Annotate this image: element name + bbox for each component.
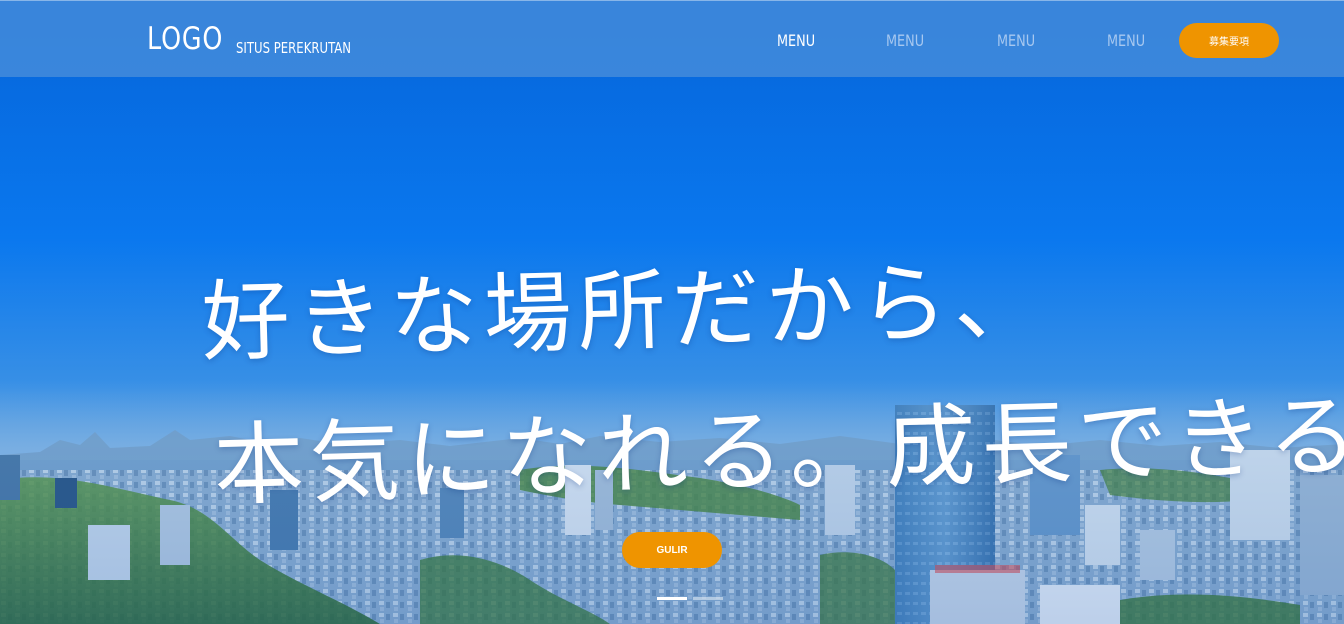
nav-menu-item-3[interactable]: MENU — [997, 31, 1035, 50]
slider-indicators — [657, 597, 723, 600]
slide-indicator-2[interactable] — [693, 597, 723, 600]
slide-indicator-1[interactable] — [657, 597, 687, 600]
logo[interactable]: LOGO — [147, 21, 223, 57]
recruitment-info-button[interactable]: 募集要項 — [1179, 23, 1279, 58]
site-header: LOGO SITUS PEREKRUTAN MENU MENU MENU MEN… — [0, 0, 1344, 77]
nav-menu-item-2[interactable]: MENU — [886, 31, 924, 50]
site-name: SITUS PEREKRUTAN — [236, 39, 352, 57]
scroll-button[interactable]: GULIR — [622, 532, 722, 568]
hero-headline-line-1: 好きな場所だから、 — [200, 248, 1049, 374]
nav-menu-item-1[interactable]: MENU — [777, 31, 815, 50]
nav-menu-item-4[interactable]: MENU — [1107, 31, 1145, 50]
